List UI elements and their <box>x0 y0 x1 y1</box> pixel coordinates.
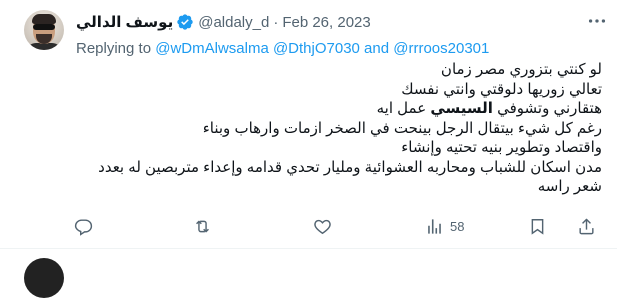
tweet-header: يوسف الدالي @aldaly_d · Feb 26, 2023 <box>76 12 371 32</box>
tweet-line: هتقارني وتشوفي السيسي عمل ايه <box>76 99 602 119</box>
tweet-date[interactable]: Feb 26, 2023 <box>282 14 370 31</box>
like-button[interactable] <box>313 214 338 238</box>
retweet-button[interactable] <box>193 214 218 238</box>
reply-button[interactable] <box>74 214 99 238</box>
tweet-line: تعالي زوريها دلوقتي وانتي نفسك <box>401 80 602 98</box>
bookmark-button[interactable] <box>528 214 547 238</box>
retweet-icon <box>193 217 212 236</box>
more-options-icon[interactable] <box>586 10 608 32</box>
views-chart-icon <box>425 217 444 236</box>
views-button[interactable]: 58 <box>425 214 464 238</box>
share-button[interactable] <box>577 214 596 238</box>
verified-badge-icon[interactable] <box>176 13 194 31</box>
views-count: 58 <box>450 218 465 234</box>
reply-mentions-link[interactable]: @wDmAlwsalma @DthjO7030 and @rrroos20301 <box>155 40 489 57</box>
tweet-line-part: هتقارني وتشوفي <box>492 100 602 117</box>
replying-to-label: Replying to <box>76 40 152 57</box>
tweet-actions: 58 <box>68 214 598 238</box>
bookmark-icon <box>528 217 547 236</box>
tweet-text: لو كنتي بتزوري مصر زمان تعالي زوريها دلو… <box>76 60 602 197</box>
divider <box>0 248 617 249</box>
handle[interactable]: @aldaly_d <box>198 14 269 31</box>
share-icon <box>577 217 596 236</box>
heart-icon <box>313 217 332 236</box>
tweet[interactable]: يوسف الدالي @aldaly_d · Feb 26, 2023 Rep… <box>0 0 617 248</box>
next-tweet-avatar[interactable] <box>24 258 64 298</box>
tweet-line-bold: السيسي <box>430 100 493 117</box>
tweet-line: لو كنتي بتزوري مصر زمان <box>440 61 602 78</box>
display-name[interactable]: يوسف الدالي <box>76 13 173 31</box>
separator-dot: · <box>273 13 279 31</box>
tweet-line: شعر راسه <box>537 178 602 195</box>
replying-to: Replying to @wDmAlwsalma @DthjO7030 and … <box>76 40 489 57</box>
avatar-shirt <box>26 43 62 50</box>
avatar-hair <box>32 14 56 24</box>
tweet-line-part: عمل ايه <box>376 100 431 117</box>
avatar[interactable] <box>24 10 64 50</box>
tweet-line: مدن اسكان للشباب ومحاربه العشوائية ومليا… <box>98 158 602 176</box>
avatar-glasses <box>33 24 55 30</box>
tweet-line: واقتصاد وتطوير بنيه تحتيه وإنشاء <box>401 139 602 156</box>
reply-icon <box>74 217 93 236</box>
tweet-line: رغم كل شيء بيتقال الرجل بينحت في الصخر ا… <box>202 119 602 137</box>
